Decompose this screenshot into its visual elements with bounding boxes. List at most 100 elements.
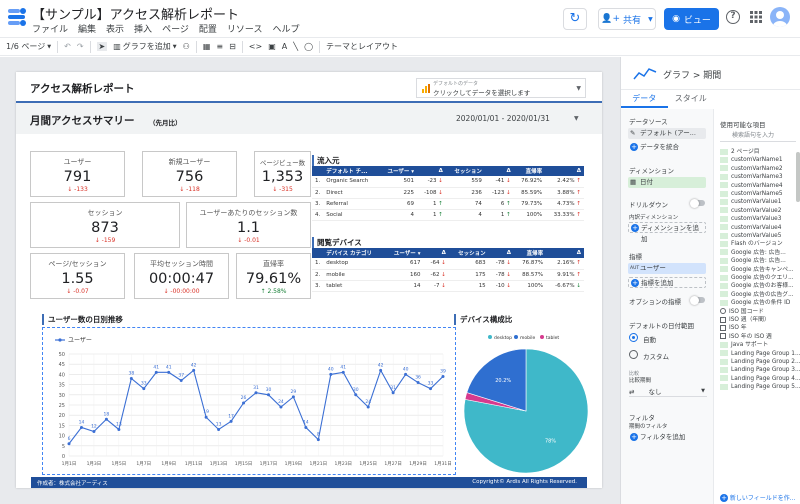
field-item[interactable]: customVarValue2: [720, 207, 781, 215]
channels-table[interactable]: デフォルト チ... ユーザー ▾ Δ セッション Δ 直帰率 Δ 1. Organic Sea…: [312, 166, 584, 221]
column-header[interactable]: セッション: [445, 166, 485, 176]
menu-view[interactable]: 表示: [106, 22, 124, 35]
field-item[interactable]: customVarName3: [720, 173, 783, 181]
field-item[interactable]: Google 広告: 広告...: [720, 249, 786, 257]
column-header[interactable]: Δ: [423, 248, 449, 258]
kpi-sessions[interactable]: セッション 873 ↓ -159: [30, 202, 180, 248]
table-row[interactable]: 3. tablet 14 -7 ↓ 15 -10 ↓ 100% -6.67% ↓: [312, 280, 584, 292]
summary-title[interactable]: 月間アクセスサマリー: [30, 113, 134, 128]
share-button[interactable]: 👤+ 共有 ▼: [598, 8, 656, 30]
tab-data[interactable]: データ: [621, 90, 668, 108]
optional-metrics-toggle[interactable]: [690, 295, 705, 305]
menu-arrange[interactable]: 配置: [199, 22, 217, 35]
field-item[interactable]: customVarName4: [720, 182, 783, 190]
report-name[interactable]: 【サンプル】アクセス解析レポート: [32, 4, 239, 23]
refresh-button[interactable]: ↻: [563, 8, 587, 30]
kpi-pageviews[interactable]: ページビュー数 1,353 ↓ -315: [254, 151, 311, 197]
column-header[interactable]: Δ: [417, 166, 446, 176]
date-custom-radio[interactable]: [629, 350, 638, 359]
field-item[interactable]: customVarName1: [720, 156, 783, 164]
field-item[interactable]: Landing Page Group 1...: [720, 350, 800, 358]
column-header[interactable]: ユーザー ▾: [384, 248, 424, 258]
column-header[interactable]: デバイス カテゴリ: [323, 248, 385, 258]
menu-edit[interactable]: 編集: [78, 22, 96, 35]
kpi-pages-per-session[interactable]: ページ/セッション 1.55 ↓ -0.07: [30, 253, 125, 299]
table-row[interactable]: 3. Referral 69 1 ↑ 74 6 ↑ 79.73% 4.73% ↑: [312, 198, 584, 210]
field-item[interactable]: customVarName5: [720, 190, 783, 198]
pie-chart-title[interactable]: デバイス構成比: [454, 314, 512, 325]
add-filter-button[interactable]: + フィルタを追加: [628, 432, 706, 443]
datasource-chip[interactable]: ✎ デフォルト (アー...: [628, 128, 706, 139]
community-viz-icon[interactable]: ⚇: [183, 42, 190, 51]
field-item[interactable]: customVarValue5: [720, 232, 781, 240]
chevron-down-icon[interactable]: ▼: [574, 115, 579, 122]
menu-help[interactable]: ヘルプ: [272, 22, 299, 35]
date-range-control[interactable]: 2020/01/01 - 2020/01/31: [456, 114, 550, 123]
menu-file[interactable]: ファイル: [32, 22, 68, 35]
field-item[interactable]: Landing Page Group 2...: [720, 358, 800, 366]
column-header[interactable]: セッション: [448, 248, 489, 258]
field-item[interactable]: Google 広告キャンペ...: [720, 266, 794, 274]
column-header[interactable]: Δ: [488, 248, 515, 258]
redo-icon[interactable]: ↷: [77, 42, 84, 51]
table-row[interactable]: 4. Social 4 1 ↑ 4 1 ↑ 100% 33.33% ↑: [312, 209, 584, 221]
field-search-input[interactable]: 検索語句を入力: [720, 130, 796, 142]
field-item[interactable]: Google 広告のクエリ...: [720, 274, 794, 282]
field-item[interactable]: Google 広告: 広告...: [720, 257, 786, 265]
new-field-button[interactable]: + 新しいフィールドを作...: [720, 493, 796, 502]
field-item[interactable]: ISO 週（年間）: [720, 316, 770, 324]
column-header[interactable]: 直帰率: [513, 166, 546, 176]
add-chart-button[interactable]: ▥ グラフを追加 ▼: [113, 41, 176, 52]
kpi-users[interactable]: ユーザー 791 ↓ -133: [30, 151, 125, 197]
column-header[interactable]: Δ: [545, 166, 584, 176]
fields-scrollbar[interactable]: [796, 152, 800, 202]
tab-style[interactable]: スタイル: [668, 90, 715, 108]
data-studio-logo-icon[interactable]: [6, 6, 28, 28]
filter-control-icon[interactable]: ≡: [216, 42, 223, 51]
metric-chip-users[interactable]: AUT ユーザー: [628, 263, 706, 274]
field-item[interactable]: ISO 国コード: [720, 308, 764, 316]
table-row[interactable]: 2. Direct 225 -108 ↓ 236 -123 ↓ 85.59% 3.88% ↑: [312, 187, 584, 199]
data-control-icon[interactable]: ⊟: [229, 42, 236, 51]
text-icon[interactable]: A: [282, 42, 287, 51]
compare-period-select[interactable]: ⇄ なし ▼: [629, 386, 707, 397]
field-item[interactable]: customVarValue3: [720, 215, 781, 223]
field-item[interactable]: customVarValue4: [720, 224, 781, 232]
date-range-control-icon[interactable]: ▦: [203, 42, 211, 51]
theme-layout-button[interactable]: テーマとレイアウト: [326, 41, 398, 52]
field-item[interactable]: Flash のバージョン: [720, 240, 783, 248]
field-item[interactable]: customVarValue1: [720, 198, 781, 206]
kpi-bounce-rate[interactable]: 直帰率 79.61% ↑ 2.58%: [236, 253, 311, 299]
channels-table-title[interactable]: 流入元: [312, 155, 340, 166]
undo-icon[interactable]: ↶: [64, 42, 71, 51]
devices-table[interactable]: デバイス カテゴリ ユーザー ▾ Δ セッション Δ 直帰率 Δ 1. desktop 617 -6…: [312, 248, 584, 292]
menu-resource[interactable]: リソース: [227, 22, 263, 35]
drilldown-toggle[interactable]: [690, 198, 705, 208]
image-icon[interactable]: ▣: [268, 42, 276, 51]
line-chart-title[interactable]: ユーザー数の日別推移: [42, 314, 123, 325]
column-header[interactable]: Δ: [484, 166, 514, 176]
date-auto-radio[interactable]: [629, 333, 638, 342]
view-button[interactable]: ◉ ビュー: [664, 8, 719, 30]
avatar[interactable]: [770, 7, 790, 27]
column-header[interactable]: Δ: [546, 248, 584, 258]
daily-users-line-chart[interactable]: 0 5 10 15 20 25 30 35 40 45 50 1月1日 1月3日 1月5日 1月7日 1月9日…: [42, 327, 456, 475]
column-header[interactable]: 直帰率: [514, 248, 547, 258]
device-pie-chart[interactable]: desktop mobile tablet 78% 20.2%: [454, 328, 594, 476]
kpi-new-users[interactable]: 新規ユーザー 756 ↓ -118: [142, 151, 237, 197]
field-item[interactable]: Landing Page Group 3...: [720, 366, 800, 374]
select-cursor-icon[interactable]: ➤: [96, 42, 108, 51]
field-item[interactable]: Google 広告の条件 ID: [720, 299, 790, 307]
kpi-avg-session-duration[interactable]: 平均セッション時間 00:00:47 ↓ -00:00:00: [134, 253, 229, 299]
apps-grid-icon[interactable]: [750, 11, 762, 23]
field-item[interactable]: 2 ページ目: [720, 148, 760, 156]
menu-page[interactable]: ページ: [162, 22, 189, 35]
add-dimension-button[interactable]: + ディメンションを追加: [628, 222, 706, 243]
table-row[interactable]: 1. Organic Search 501 -23 ↓ 559 -41 ↓ 76.92% 2.…: [312, 176, 584, 188]
field-item[interactable]: Google 広告の広告グ...: [720, 291, 794, 299]
add-metric-button[interactable]: + 指標を追加: [628, 277, 706, 288]
chevron-down-icon[interactable]: ▼: [648, 16, 653, 23]
column-header[interactable]: デフォルト チ...: [323, 166, 380, 176]
field-item[interactable]: ISO 年の ISO 週: [720, 333, 772, 341]
kpi-sessions-per-user[interactable]: ユーザーあたりのセッション数 1.1 ↓ -0.01: [186, 202, 311, 248]
